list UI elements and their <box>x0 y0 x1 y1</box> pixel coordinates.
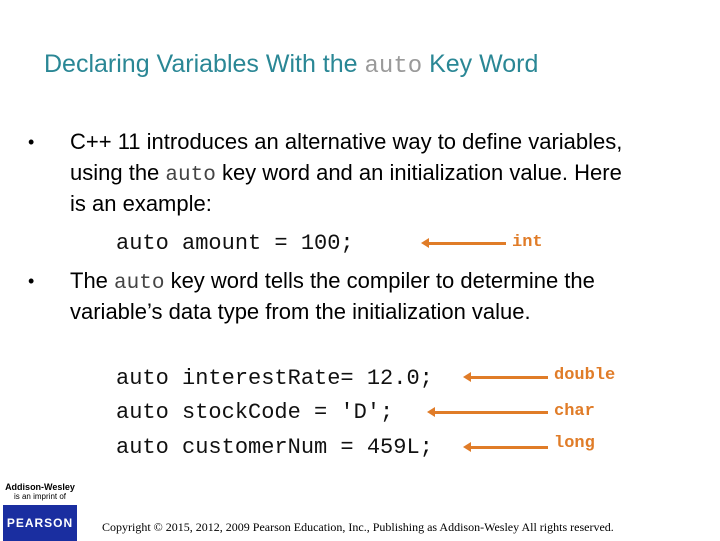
code-example: auto stockCode = 'D'; <box>116 400 394 425</box>
slide-title: Declaring Variables With the auto Key Wo… <box>44 50 538 80</box>
title-keyword: auto <box>364 53 423 80</box>
imprint-text: is an imprint of <box>13 492 67 501</box>
title-text-end: Key Word <box>422 50 539 78</box>
type-label: double <box>554 366 616 385</box>
inline-keyword: auto <box>165 164 216 187</box>
bullet-dot: • <box>28 132 35 152</box>
copyright-notice: Copyright © 2015, 2012, 2009 Pearson Edu… <box>102 520 614 534</box>
publisher-name: Addison-Wesley <box>5 482 75 492</box>
bullet-text: The auto key word tells the compiler to … <box>70 268 595 295</box>
arrow-left-icon <box>463 372 548 382</box>
bullet-text: using the auto key word and an initializ… <box>70 160 622 187</box>
code-example: auto amount = 100; <box>116 231 354 256</box>
type-label: int <box>512 233 543 252</box>
arrow-left-icon <box>421 238 506 248</box>
arrow-left-icon <box>463 442 548 452</box>
bullet-text: C++ 11 introduces an alternative way to … <box>70 129 623 154</box>
code-example: auto customerNum = 459L; <box>116 435 433 460</box>
arrow-left-icon <box>427 407 548 417</box>
pearson-logo: PEARSON <box>3 505 77 541</box>
bullet-text: variable’s data type from the initializa… <box>70 299 531 324</box>
title-text: Declaring Variables With the <box>44 50 365 78</box>
type-label: char <box>554 402 595 421</box>
bullet-text: is an example: <box>70 191 212 216</box>
publisher-logo: Addison-Wesley is an imprint of PEARSON <box>3 482 77 541</box>
type-label: long <box>554 434 595 453</box>
inline-keyword: auto <box>114 272 165 295</box>
code-example: auto interestRate= 12.0; <box>116 366 433 391</box>
bullet-dot: • <box>28 271 35 291</box>
